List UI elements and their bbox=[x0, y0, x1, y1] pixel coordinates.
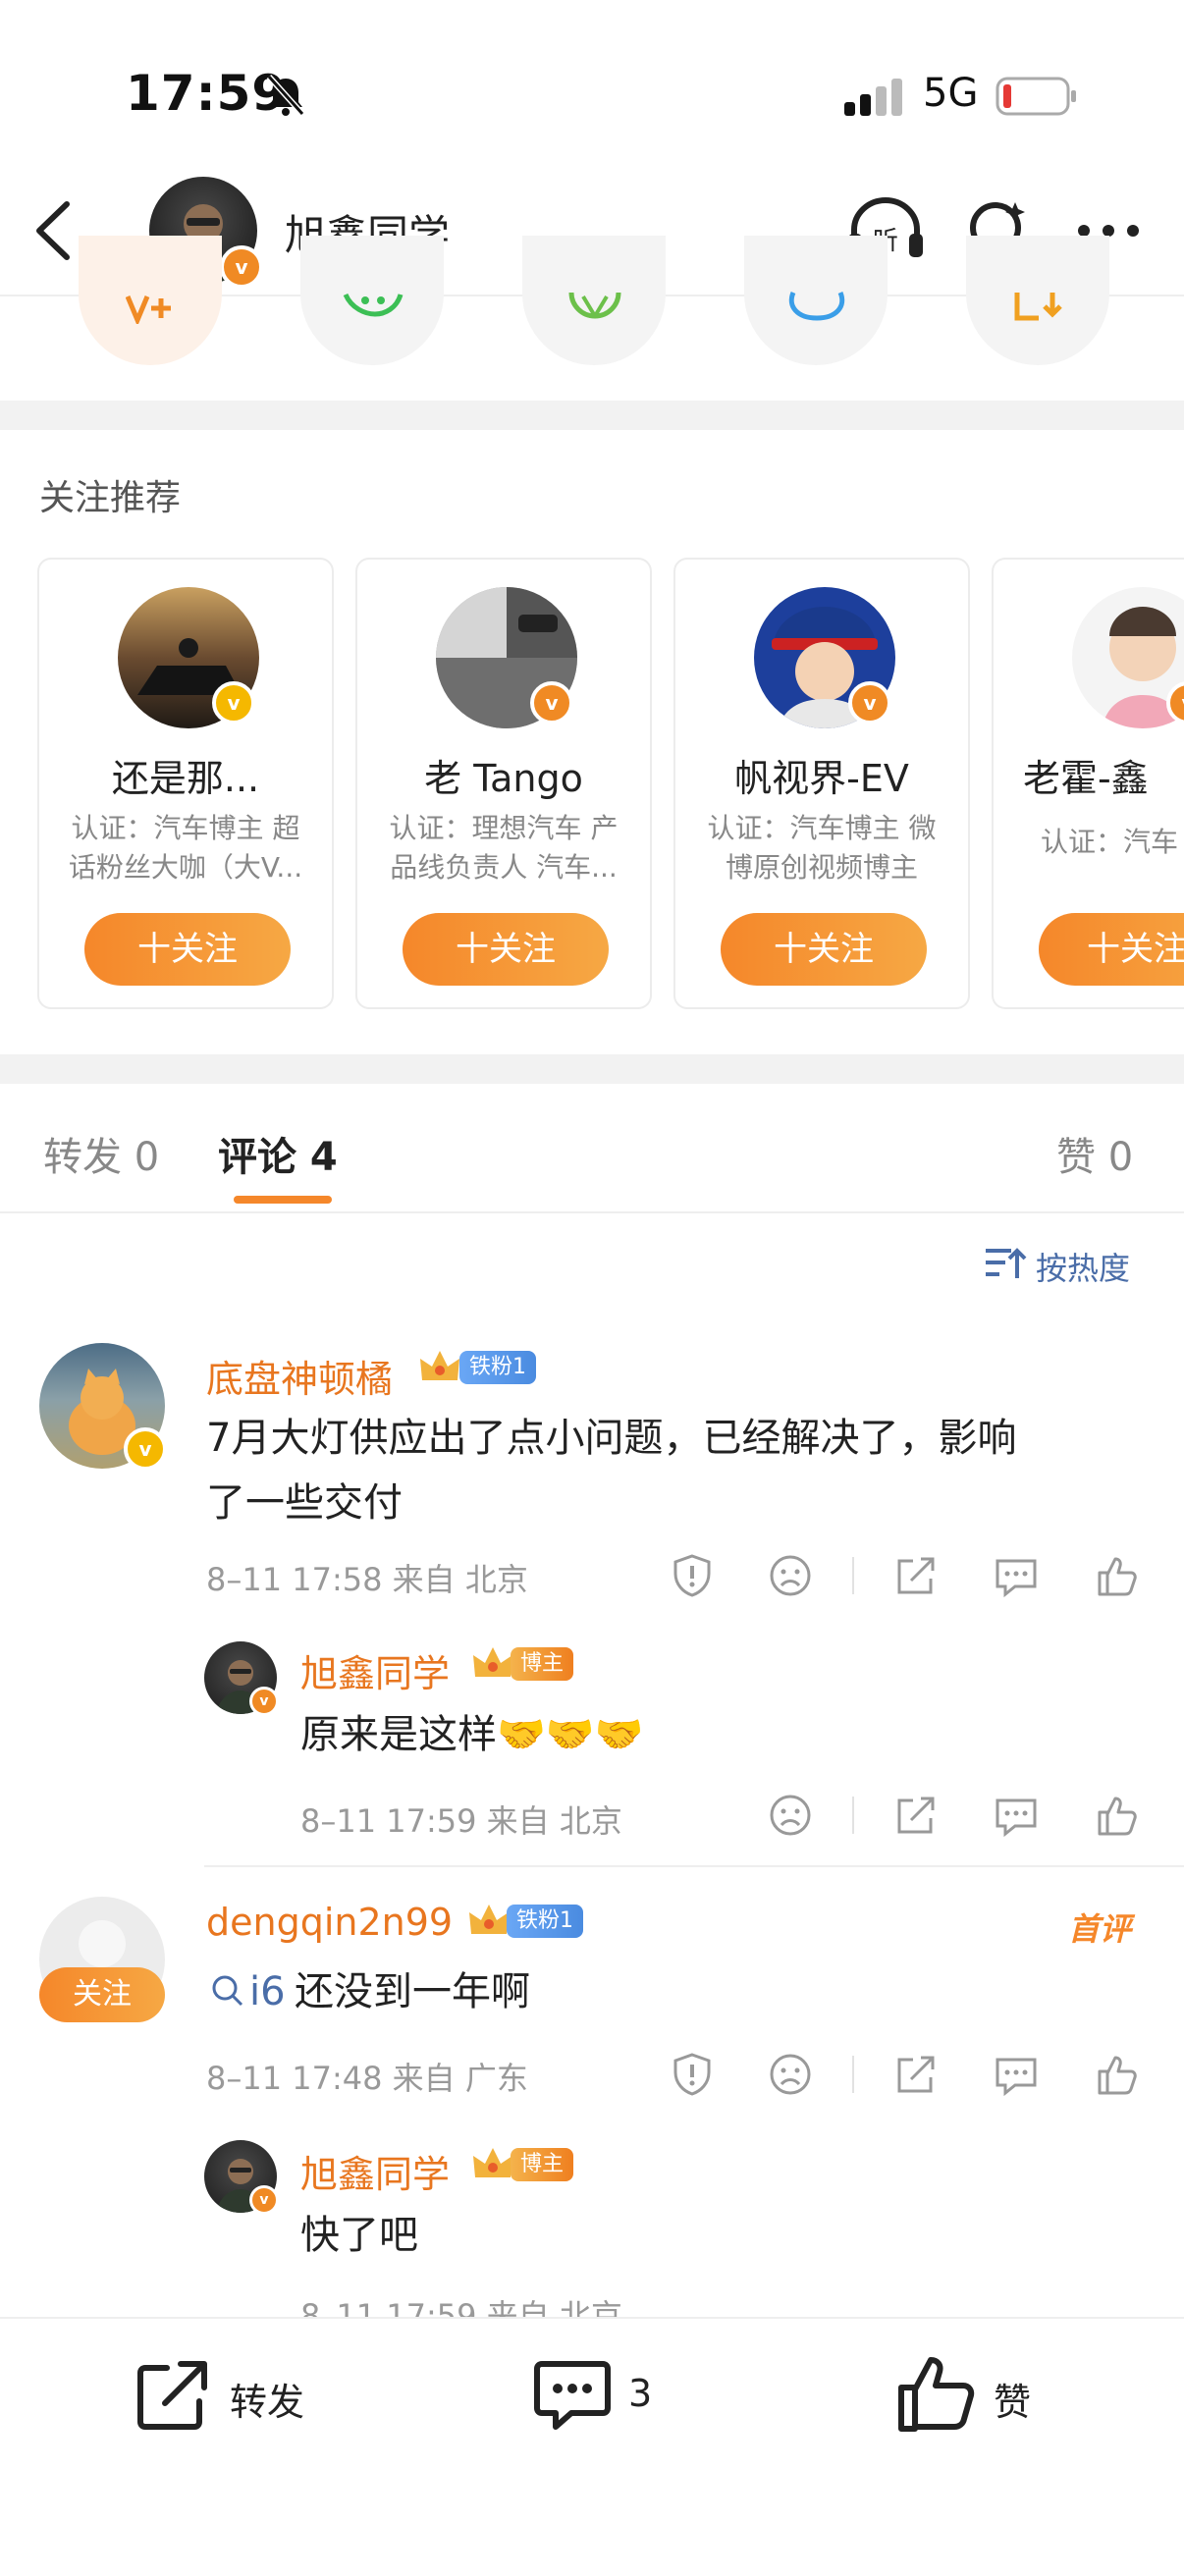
moments-icon bbox=[568, 292, 621, 319]
recommend-name: 老 Tango bbox=[424, 757, 583, 800]
crown-icon bbox=[420, 1351, 459, 1380]
first-comment-tag: 首评 bbox=[1068, 1910, 1132, 1948]
comment-text-line2: 了一些交付 bbox=[206, 1480, 403, 1526]
recommend-desc: 认证：汽车 bbox=[1041, 826, 1179, 858]
reply-icon[interactable] bbox=[994, 2052, 1039, 2097]
fan-badge: 铁粉1 bbox=[507, 1905, 583, 1938]
repost-label[interactable]: 转发 bbox=[230, 2372, 304, 2426]
crown-icon bbox=[473, 1647, 512, 1677]
dislike-icon[interactable] bbox=[768, 1553, 813, 1598]
back-icon[interactable] bbox=[29, 196, 79, 265]
comment-meta: 8–11 17:58 来自 北京 bbox=[206, 1561, 528, 1598]
recommend-name: 帆视界-EV bbox=[734, 757, 909, 800]
comment-author[interactable]: dengqin2n99 bbox=[206, 1901, 453, 1944]
recommend-avatar[interactable]: v bbox=[436, 587, 577, 728]
crown-icon bbox=[473, 2148, 512, 2177]
recommend-name: 还是那... bbox=[111, 757, 260, 800]
search-icon bbox=[212, 1975, 243, 2007]
recommend-avatar[interactable]: v bbox=[754, 587, 895, 728]
comment-meta: 8–11 17:48 来自 广东 bbox=[206, 2060, 528, 2097]
dislike-icon[interactable] bbox=[768, 2052, 813, 2097]
comment-author[interactable]: 底盘神顿橘 bbox=[206, 1349, 393, 1403]
reply-avatar[interactable]: v bbox=[204, 1641, 279, 1716]
recommend-desc: 认证：理想汽车 产品线负责人 汽车... bbox=[389, 812, 619, 884]
qq-button[interactable] bbox=[744, 236, 888, 365]
like-label[interactable]: 赞 bbox=[994, 2372, 1031, 2426]
recommend-avatar[interactable]: v bbox=[1072, 587, 1184, 728]
wechat-button[interactable] bbox=[300, 236, 444, 365]
wechat-icon bbox=[343, 293, 404, 317]
recommend-name: 老霍-鑫 bbox=[1023, 757, 1149, 800]
download-icon bbox=[1014, 293, 1062, 321]
battery-icon bbox=[996, 77, 1076, 116]
follow-button[interactable]: 关注 bbox=[39, 1967, 165, 2022]
like-icon[interactable] bbox=[1094, 1793, 1139, 1838]
like-icon[interactable] bbox=[1094, 2052, 1139, 2097]
like-icon[interactable] bbox=[895, 2352, 978, 2435]
reply-author[interactable]: 旭鑫同学 bbox=[300, 1643, 450, 1697]
vplus-icon bbox=[126, 295, 171, 324]
comment-text: 还没到一年啊 bbox=[295, 1969, 530, 2014]
verified-badge: v bbox=[220, 245, 263, 289]
crown-icon bbox=[469, 1905, 509, 1934]
tab-likes[interactable]: 赞 0 bbox=[1056, 1125, 1133, 1182]
reply-avatar[interactable]: v bbox=[204, 2140, 279, 2215]
dislike-icon[interactable] bbox=[768, 1793, 813, 1838]
comment-count[interactable]: 3 bbox=[628, 2372, 652, 2415]
share-icon[interactable] bbox=[893, 1793, 939, 1838]
report-icon[interactable] bbox=[670, 2052, 715, 2097]
follow-button[interactable]: 十关注 bbox=[1039, 913, 1184, 986]
repost-icon[interactable] bbox=[134, 2356, 212, 2435]
recommend-avatar[interactable]: v bbox=[118, 587, 259, 728]
recommend-desc: 认证：汽车博主 超话粉丝大咖（大V... bbox=[68, 812, 303, 884]
qq-icon bbox=[788, 292, 845, 321]
reply-icon[interactable] bbox=[994, 1793, 1039, 1838]
share-icon[interactable] bbox=[893, 1553, 939, 1598]
reply-meta: 8–11 17:59 来自 北京 bbox=[300, 1802, 622, 1840]
tab-comments[interactable]: 评论 4 bbox=[218, 1125, 338, 1182]
follow-button[interactable]: 十关注 bbox=[403, 913, 609, 986]
follow-button[interactable]: 十关注 bbox=[84, 913, 291, 986]
comment-icon[interactable] bbox=[532, 2356, 613, 2435]
silent-bell-icon bbox=[266, 74, 305, 117]
sort-icon[interactable] bbox=[984, 1245, 1027, 1284]
reply-text: 原来是这样🤝🤝🤝 bbox=[300, 1712, 644, 1757]
like-icon[interactable] bbox=[1094, 1553, 1139, 1598]
recommend-card[interactable]: v 帆视界-EV 认证：汽车博主 微博原创视频博主 十关注 bbox=[673, 558, 970, 1009]
reply-meta-clipped: 8–11 17:59 来自 北京 bbox=[300, 2291, 1164, 2317]
tab-repost[interactable]: 转发 0 bbox=[43, 1125, 159, 1182]
author-badge: 博主 bbox=[511, 2148, 574, 2181]
report-icon[interactable] bbox=[670, 1553, 715, 1598]
keyword-link[interactable]: i6 bbox=[249, 1959, 286, 2024]
share-icon[interactable] bbox=[893, 2052, 939, 2097]
save-button[interactable] bbox=[966, 236, 1109, 365]
network-label: 5G bbox=[923, 71, 979, 116]
fan-badge: 铁粉1 bbox=[459, 1351, 536, 1384]
tab-active-indicator bbox=[234, 1196, 332, 1204]
recommend-card[interactable]: v 老霍-鑫 认证：汽车 十关注 bbox=[992, 558, 1184, 1009]
moments-button[interactable] bbox=[522, 236, 666, 365]
follow-button[interactable]: 十关注 bbox=[721, 913, 927, 986]
recommend-card[interactable]: v 老 Tango 认证：理想汽车 产品线负责人 汽车... 十关注 bbox=[355, 558, 652, 1009]
reply-icon[interactable] bbox=[994, 1553, 1039, 1598]
vplus-button[interactable] bbox=[79, 236, 222, 365]
comment-avatar[interactable]: v bbox=[39, 1343, 167, 1471]
reply-text: 快了吧 bbox=[300, 2213, 418, 2258]
recommend-card[interactable]: v 还是那... 认证：汽车博主 超话粉丝大咖（大V... 十关注 bbox=[37, 558, 334, 1009]
recommend-title: 关注推荐 bbox=[39, 478, 182, 518]
comment-text-line1: 7月大灯供应出了点小问题，已经解决了，影响 bbox=[206, 1416, 1017, 1461]
reply-author[interactable]: 旭鑫同学 bbox=[300, 2144, 450, 2198]
reply-meta: 8–11 17:59 来自 北京 bbox=[300, 2297, 622, 2317]
recommend-desc: 认证：汽车博主 微博原创视频博主 bbox=[707, 812, 937, 884]
sort-label[interactable]: 按热度 bbox=[1036, 1244, 1130, 1289]
author-badge: 博主 bbox=[511, 1647, 574, 1681]
signal-icon bbox=[844, 79, 902, 116]
